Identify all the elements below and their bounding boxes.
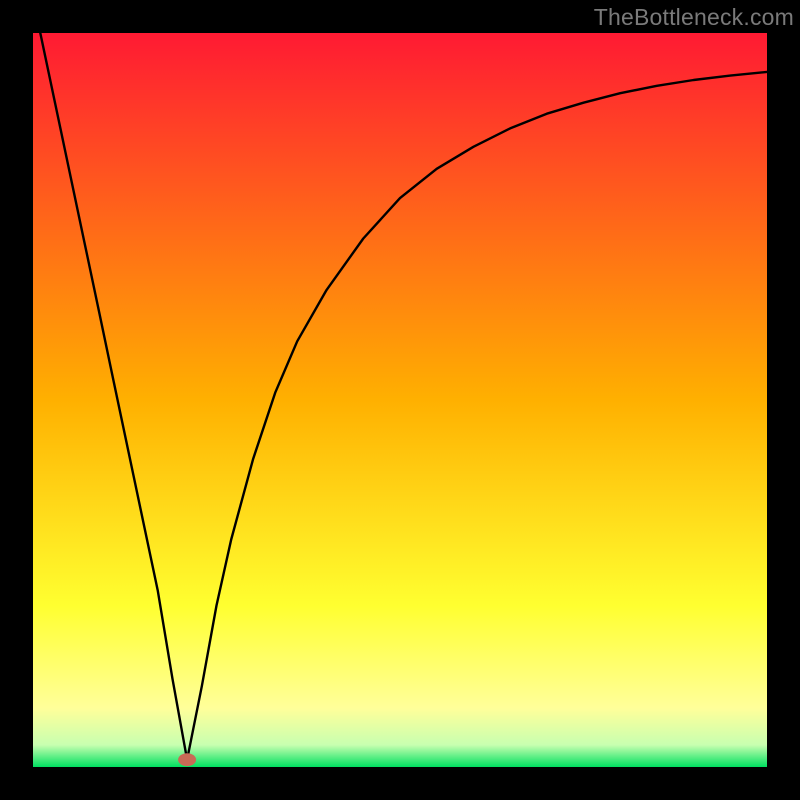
optimum-marker [178,753,196,766]
chart-frame: TheBottleneck.com [0,0,800,800]
chart-svg [33,33,767,767]
gradient-background [33,33,767,767]
attribution-text: TheBottleneck.com [594,4,794,31]
chart-plot-area [33,33,767,767]
